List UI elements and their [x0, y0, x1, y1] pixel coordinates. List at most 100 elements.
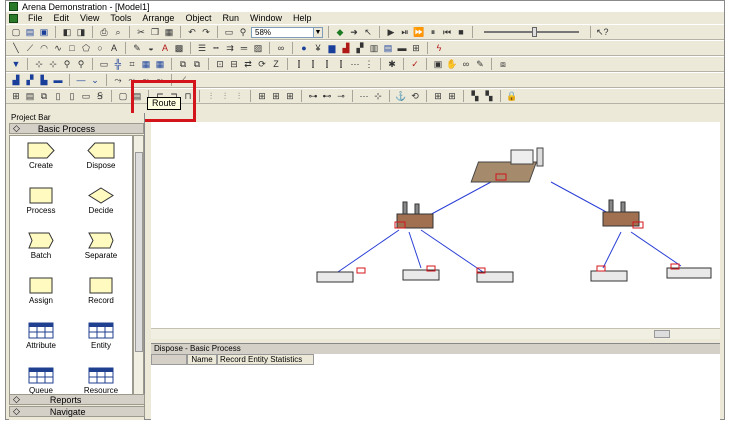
grid-icon[interactable]: ╬ — [112, 59, 124, 70]
globe-icon[interactable]: ● — [298, 43, 310, 54]
run-lightning-icon[interactable]: ϟ — [433, 43, 445, 54]
frame-icon[interactable]: ⧈ — [497, 59, 509, 70]
chart-icon[interactable]: ▆ — [326, 43, 338, 54]
distribute-icon[interactable]: ⋮ — [363, 59, 375, 70]
layout-2-icon[interactable]: ▚ — [483, 91, 495, 102]
text-icon[interactable]: A — [108, 43, 120, 54]
redo-icon[interactable]: ↷ — [200, 27, 212, 38]
zoom-icon[interactable]: ⚲ — [237, 27, 249, 38]
module-attribute[interactable]: Attribute — [16, 322, 66, 350]
zoom-in-icon[interactable]: ⊹ — [33, 59, 45, 70]
navigate-panel-header[interactable]: ◇ Navigate — [9, 406, 145, 417]
queue-animate-icon[interactable]: ▬ — [396, 43, 408, 54]
parking-icon[interactable]: ▬ — [52, 75, 64, 86]
arrow-style-icon[interactable]: ⇉ — [224, 43, 236, 54]
new-icon[interactable]: ▢ — [10, 27, 22, 38]
order-2-icon[interactable]: ⫶ — [219, 91, 231, 102]
storage-rack[interactable] — [590, 270, 628, 282]
canvas-horizontal-scrollbar[interactable] — [151, 328, 720, 339]
lock-icon[interactable]: 🔒 — [506, 91, 518, 102]
plot-icon[interactable]: ▞ — [354, 43, 366, 54]
view-all-icon[interactable]: ▭ — [98, 59, 110, 70]
basic-process-panel-header[interactable]: ◇ Basic Process — [9, 123, 144, 134]
start-over-icon[interactable]: ⏮ — [441, 27, 453, 38]
align-right-icon[interactable]: ⫿ — [321, 59, 333, 70]
open-icon[interactable]: ▤ — [24, 27, 36, 38]
reports-panel-header[interactable]: ◇ Reports — [9, 394, 145, 405]
align-left-icon[interactable]: ⫿ — [293, 59, 305, 70]
menu-help[interactable]: Help — [292, 13, 313, 23]
zoom-select[interactable]: 58% ▼ — [251, 26, 323, 38]
storage-icon[interactable]: ▙ — [38, 75, 50, 86]
fast-forward-icon[interactable]: ⏩ — [413, 27, 425, 38]
connect-3-icon[interactable]: ⊸ — [335, 91, 347, 102]
table-2-icon[interactable]: ⊞ — [446, 91, 458, 102]
clipboard-icon[interactable]: ▯ — [66, 91, 78, 102]
route-icon[interactable]: ⤳ — [112, 75, 124, 86]
background-color-icon[interactable]: ▩ — [173, 43, 185, 54]
filter-icon[interactable]: ¥ — [312, 43, 324, 54]
warehouse-station[interactable] — [470, 147, 544, 183]
factory-station-left[interactable] — [394, 201, 434, 229]
end-icon[interactable]: ■ — [455, 27, 467, 38]
picture-icon[interactable]: ▣ — [432, 59, 444, 70]
line-color-icon[interactable]: ✎ — [131, 43, 143, 54]
module-dispose[interactable]: Dispose — [76, 142, 126, 170]
line-width-icon[interactable]: ☰ — [196, 43, 208, 54]
module-queue[interactable]: Queue — [16, 367, 66, 394]
level-icon[interactable]: ▥ — [368, 43, 380, 54]
module-assign[interactable]: Assign — [16, 277, 66, 305]
lock-rotate-icon[interactable]: ⟲ — [409, 91, 421, 102]
flip-icon[interactable]: ⇄ — [242, 59, 254, 70]
palette-scrollbar[interactable] — [133, 135, 144, 395]
magnify-minus-icon[interactable]: ⚲ — [75, 59, 87, 70]
text-color-icon[interactable]: A — [159, 43, 171, 54]
layers-icon[interactable]: ◆ — [334, 27, 346, 38]
undo-icon[interactable]: ↶ — [186, 27, 198, 38]
palette-scroll-thumb[interactable] — [135, 152, 143, 352]
connect-2-icon[interactable]: ⊷ — [321, 91, 333, 102]
check-model-icon[interactable]: ✓ — [409, 59, 421, 70]
grid-view-icon[interactable]: ⊞ — [10, 91, 22, 102]
copy-icon[interactable]: ❐ — [149, 27, 161, 38]
help-pointer-icon[interactable]: ↖? — [596, 27, 609, 38]
screen-icon[interactable]: ▭ — [223, 27, 235, 38]
menu-window[interactable]: Window — [249, 13, 283, 23]
module-create[interactable]: Create — [16, 142, 66, 170]
module-entity[interactable]: Entity — [76, 322, 126, 350]
split-icon[interactable]: ⊹ — [372, 91, 384, 102]
layer-back-icon[interactable]: ⧉ — [191, 59, 203, 70]
fill-color-icon[interactable]: ◒ — [145, 43, 157, 54]
resource-animate-icon[interactable]: ⊞ — [410, 43, 422, 54]
bezier-icon[interactable]: ∿ — [52, 43, 64, 54]
hand-icon[interactable]: ✋ — [446, 59, 458, 70]
distribute-1-icon[interactable]: ⊞ — [256, 91, 268, 102]
arrow-down-icon[interactable]: ▼ — [10, 59, 22, 70]
zoom-out-icon[interactable]: ⊹ — [47, 59, 59, 70]
cursor-icon[interactable]: ↖ — [362, 27, 374, 38]
distance-icon[interactable]: ⌄ — [89, 75, 101, 86]
space-icon[interactable]: ⋯ — [349, 59, 361, 70]
rotate-icon[interactable]: ⟳ — [256, 59, 268, 70]
slider-thumb[interactable] — [532, 27, 537, 37]
segment-icon[interactable]: — — [75, 75, 87, 86]
module-process[interactable]: Process — [16, 187, 66, 215]
magnify-icon[interactable]: ⚲ — [61, 59, 73, 70]
template-attach-icon[interactable]: ◧ — [61, 27, 73, 38]
dots-icon[interactable]: ⋯ — [358, 91, 370, 102]
column-header-record-entity-statistics[interactable]: Record Entity Statistics — [217, 354, 314, 365]
print-preview-icon[interactable]: ⌕ — [112, 27, 124, 38]
column-header-name[interactable]: Name — [187, 354, 217, 365]
template-detach-icon[interactable]: ◨ — [75, 27, 87, 38]
histogram-icon[interactable]: ▟ — [340, 43, 352, 54]
menu-run[interactable]: Run — [221, 13, 240, 23]
properties-icon[interactable]: ▤ — [24, 91, 36, 102]
polyline-icon[interactable]: ⟋ — [24, 43, 36, 54]
arc-icon[interactable]: ◠ — [38, 43, 50, 54]
order-3-icon[interactable]: ⫶ — [233, 91, 245, 102]
scoreboard-icon[interactable]: ▤ — [382, 43, 394, 54]
module-batch[interactable]: Batch — [16, 232, 66, 260]
ungroup-icon[interactable]: ⊟ — [228, 59, 240, 70]
factory-station-right[interactable] — [602, 199, 644, 229]
menu-tools[interactable]: Tools — [109, 13, 132, 23]
